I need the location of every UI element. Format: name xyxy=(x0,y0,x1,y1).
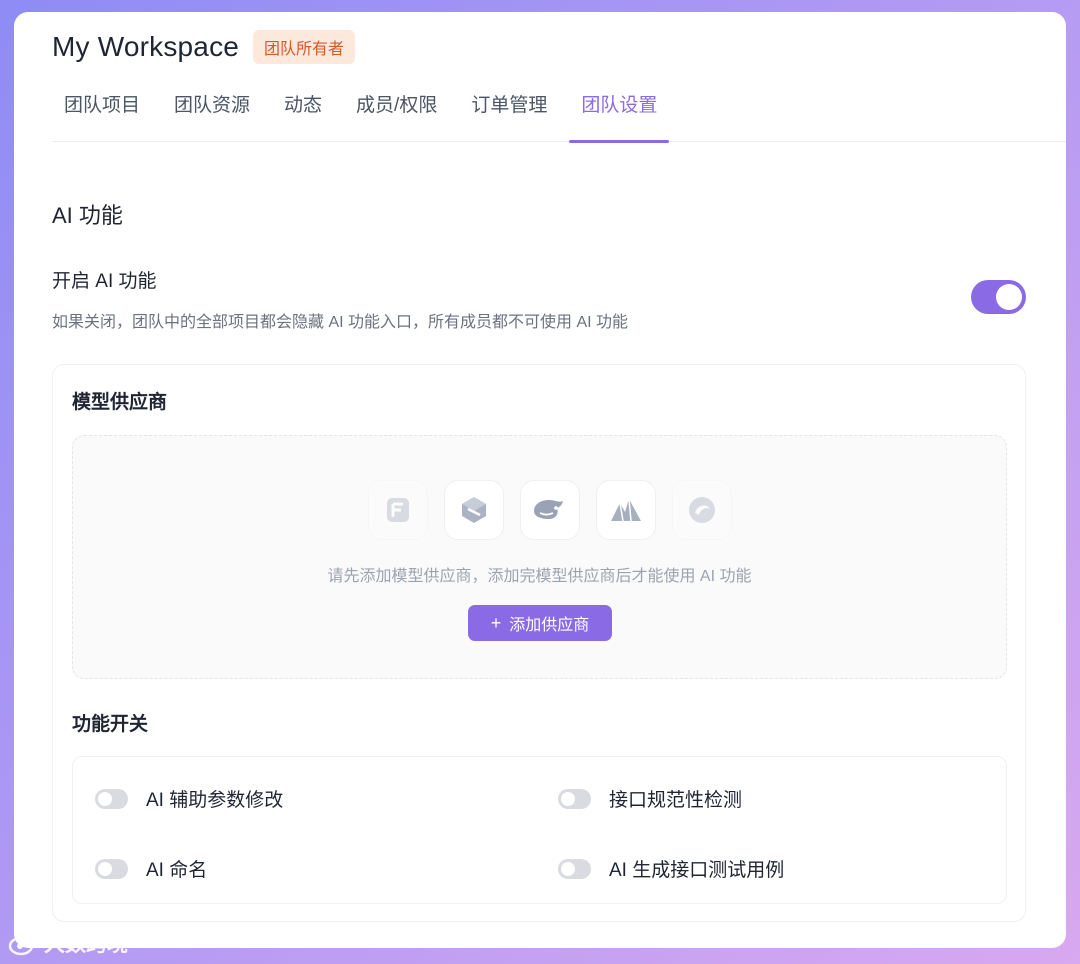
provider-logo-cube-icon xyxy=(444,480,504,540)
provider-logo-row xyxy=(368,480,732,540)
ai-naming-toggle[interactable] xyxy=(95,858,128,879)
watermark-text: 大数跨境 xyxy=(44,933,128,956)
tab-team-projects[interactable]: 团队项目 xyxy=(52,82,152,142)
feature-ai-naming: AI 命名 xyxy=(95,855,207,882)
ai-test-cases-toggle[interactable] xyxy=(558,858,591,879)
tab-bar: 团队项目 团队资源 动态 成员/权限 订单管理 团队设置 xyxy=(52,82,1066,143)
watermark: 大数跨境 xyxy=(8,928,128,958)
workspace-header: My Workspace 团队所有者 xyxy=(52,30,356,64)
workspace-title: My Workspace xyxy=(52,31,240,62)
role-badge: 团队所有者 xyxy=(253,30,356,64)
deepseek-whale-logo-icon xyxy=(520,480,580,540)
provider-empty-text: 请先添加模型供应商，添加完模型供应商后才能使用 AI 功能 xyxy=(327,568,752,585)
model-provider-title: 模型供应商 xyxy=(72,392,168,413)
weibo-icon xyxy=(8,931,37,956)
provider-empty-state: 请先添加模型供应商，添加完模型供应商后才能使用 AI 功能 + 添加供应商 xyxy=(72,435,1007,679)
tab-order-management[interactable]: 订单管理 xyxy=(459,82,559,142)
toggle-knob xyxy=(561,861,575,876)
api-lint-toggle[interactable] xyxy=(558,788,591,809)
plus-icon: + xyxy=(490,613,502,633)
enable-ai-title: 开启 AI 功能 xyxy=(52,271,157,292)
toggle-knob xyxy=(561,791,575,806)
add-provider-button[interactable]: + 添加供应商 xyxy=(468,605,612,641)
enable-ai-description: 如果关闭，团队中的全部项目都会隐藏 AI 功能入口，所有成员都不可使用 AI 功… xyxy=(52,314,629,331)
tab-members-permissions[interactable]: 成员/权限 xyxy=(344,82,449,142)
settings-window: My Workspace 团队所有者 团队项目 团队资源 动态 成员/权限 订单… xyxy=(14,12,1066,948)
toggle-knob xyxy=(98,861,112,876)
tab-activity[interactable]: 动态 xyxy=(272,82,334,142)
toggle-knob xyxy=(98,791,112,806)
feature-ai-test-cases: AI 生成接口测试用例 xyxy=(558,855,784,882)
ai-param-edit-toggle[interactable] xyxy=(95,788,128,809)
feature-label: AI 辅助参数修改 xyxy=(146,790,284,811)
add-provider-label: 添加供应商 xyxy=(509,617,590,634)
toggle-knob xyxy=(996,284,1022,310)
feature-ai-param-edit: AI 辅助参数修改 xyxy=(95,785,283,812)
enable-ai-toggle[interactable] xyxy=(971,280,1026,314)
feature-api-lint: 接口规范性检测 xyxy=(558,785,742,812)
tab-team-resources[interactable]: 团队资源 xyxy=(162,82,262,142)
mountain-logo-icon xyxy=(596,480,656,540)
ai-config-card: 模型供应商 请先添加模型供应商，添加完模型供应商后才能使用 AI 功能 + 添加… xyxy=(52,364,1026,922)
provider-logo-f-icon xyxy=(368,480,428,540)
ai-section-title: AI 功能 xyxy=(52,203,123,228)
feature-label: AI 生成接口测试用例 xyxy=(609,860,785,881)
feature-switches-title: 功能开关 xyxy=(72,714,149,735)
feature-label: 接口规范性检测 xyxy=(609,790,743,811)
swirl-logo-icon xyxy=(672,480,732,540)
feature-label: AI 命名 xyxy=(146,860,208,881)
feature-switches-panel: AI 辅助参数修改 接口规范性检测 AI 命名 AI 生成接口测试用例 xyxy=(72,756,1007,904)
tab-team-settings[interactable]: 团队设置 xyxy=(569,82,670,143)
